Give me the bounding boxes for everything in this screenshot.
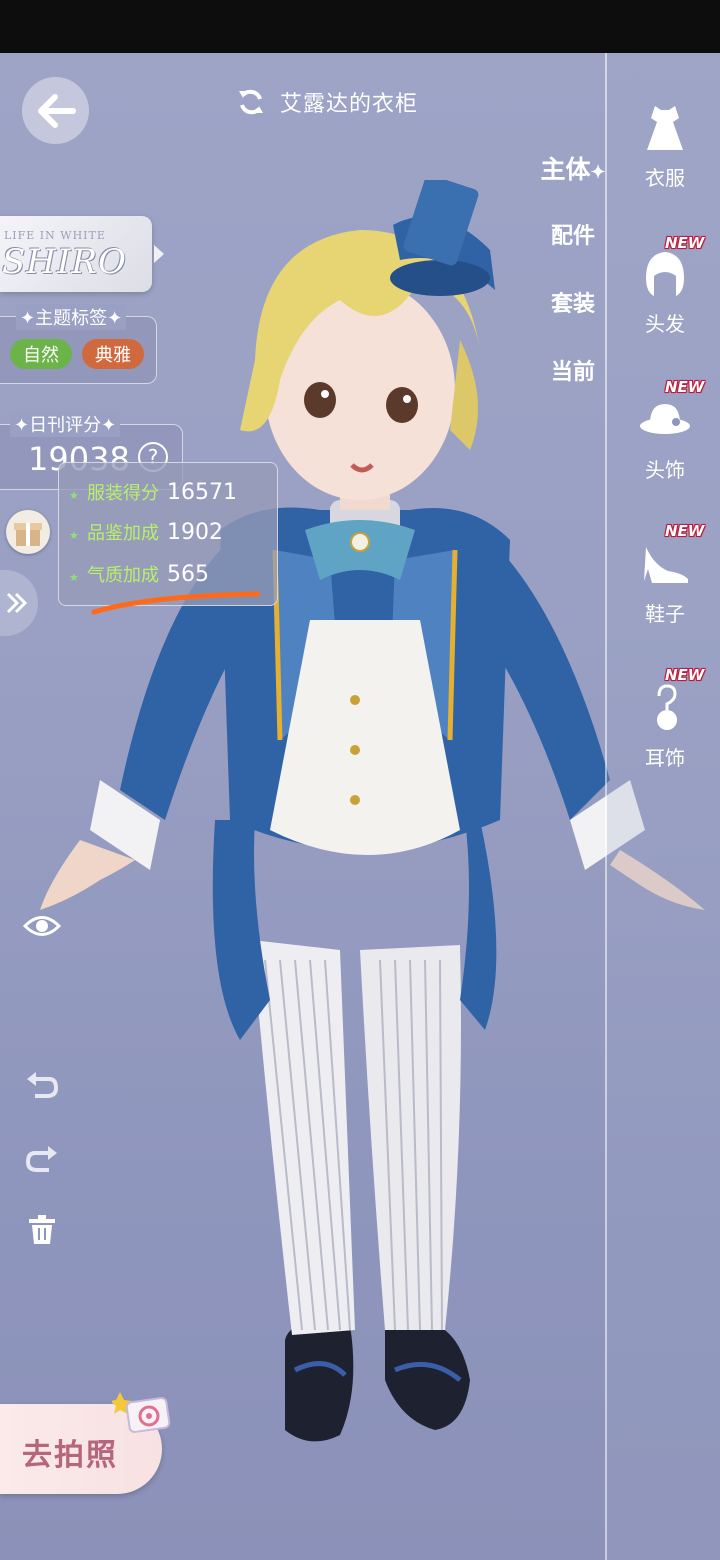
- panel-divider: [605, 53, 607, 1560]
- tab-accessories[interactable]: 配件: [540, 218, 606, 250]
- back-button[interactable]: [22, 77, 89, 144]
- chevron-right-icon: [154, 245, 164, 263]
- category-label: 耳饰: [645, 746, 685, 770]
- score-label: 品鉴加成: [87, 523, 159, 544]
- tab-label: 配件: [550, 223, 595, 249]
- earring-icon: [657, 684, 677, 730]
- tag-chip: 自然: [10, 339, 72, 369]
- score-label: 服装得分: [87, 483, 159, 504]
- redo-icon: [25, 1146, 57, 1172]
- theme-subtitle: LIFE IN WHITE: [4, 229, 106, 242]
- category-headwear[interactable]: NEW 头饰: [622, 378, 708, 483]
- category-label: 头饰: [645, 458, 685, 482]
- score-value: 565: [167, 562, 209, 587]
- theme-name: SHIRO: [2, 242, 127, 282]
- tab-label: 主体: [540, 155, 591, 184]
- tab-body[interactable]: 主体✦: [540, 150, 606, 186]
- category-hair[interactable]: NEW 头发: [622, 234, 708, 337]
- page-title: 艾露达的衣柜: [280, 92, 419, 117]
- visibility-toggle[interactable]: [22, 906, 62, 946]
- trash-icon: [29, 1215, 55, 1244]
- refresh-icon: [239, 89, 263, 115]
- category-label: 衣服: [645, 166, 685, 190]
- score-row: ★ 气质加成 565: [69, 561, 209, 587]
- delete-button[interactable]: [22, 1210, 62, 1250]
- score-row: ★ 品鉴加成 1902: [69, 519, 223, 545]
- tab-label: 当前: [550, 359, 595, 385]
- tab-sets[interactable]: 套装: [540, 286, 606, 318]
- category-shoes[interactable]: NEW 鞋子: [622, 522, 708, 627]
- tab-label: 套装: [550, 291, 595, 317]
- tab-current[interactable]: 当前: [540, 354, 606, 386]
- arrow-left-icon: [37, 93, 76, 128]
- dress-icon: [647, 106, 683, 150]
- star-icon: ★: [69, 571, 79, 584]
- theme-tags-title: ✦主题标签✦: [16, 304, 127, 330]
- new-badge: NEW: [665, 522, 705, 540]
- score-value: 16571: [167, 480, 237, 505]
- new-badge: NEW: [665, 234, 705, 252]
- eye-icon: [23, 916, 61, 936]
- category-label: 头发: [645, 312, 685, 336]
- category-label: 鞋子: [645, 602, 685, 626]
- daily-score-title: ✦日刊评分✦: [10, 411, 121, 437]
- gift-icon[interactable]: [6, 510, 50, 554]
- new-badge: NEW: [665, 378, 705, 396]
- category-clothes[interactable]: 衣服: [622, 100, 708, 191]
- star-icon: ★: [69, 529, 79, 542]
- undo-button[interactable]: [22, 1064, 62, 1104]
- score-value: 1902: [167, 520, 223, 545]
- take-photo-label: 去拍照: [22, 1438, 118, 1473]
- theme-card[interactable]: LIFE IN WHITE SHIRO: [0, 216, 164, 292]
- category-earrings[interactable]: NEW 耳饰: [622, 666, 708, 771]
- hair-icon: [646, 252, 684, 296]
- score-breakdown-popup: ★ 服装得分 16571 ★ 品鉴加成 1902 ★ 气质加成 565: [58, 462, 278, 606]
- sparkle-icon: ✦: [590, 162, 606, 183]
- wardrobe-title[interactable]: 艾露达的衣柜: [236, 84, 418, 120]
- orange-underline-annotation: [91, 591, 261, 615]
- score-label: 气质加成: [87, 565, 159, 586]
- tag-chip: 典雅: [82, 339, 144, 369]
- score-row: ★ 服装得分 16571: [69, 479, 237, 505]
- redo-button[interactable]: [22, 1138, 62, 1178]
- star-icon: ★: [69, 489, 79, 502]
- double-chevron-right-icon: [6, 592, 28, 614]
- shoe-icon: [644, 547, 688, 583]
- undo-icon: [27, 1072, 59, 1098]
- camera-icon: [112, 1392, 171, 1433]
- status-bar: [0, 0, 720, 53]
- hat-icon: [640, 404, 690, 434]
- new-badge: NEW: [665, 666, 705, 684]
- gift-box-icon: [14, 523, 42, 546]
